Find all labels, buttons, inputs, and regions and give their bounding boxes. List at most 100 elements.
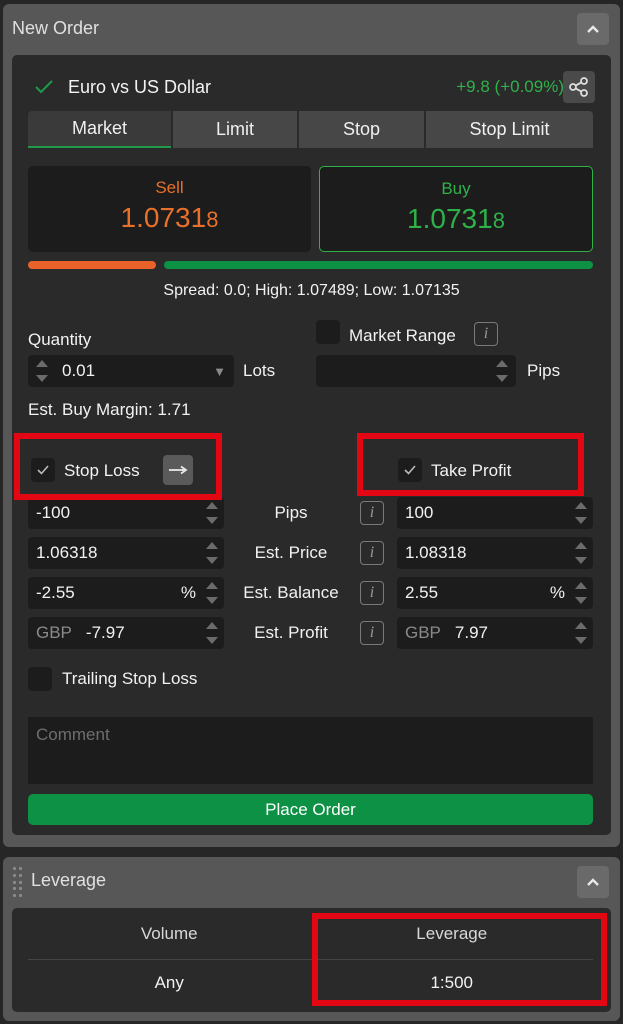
panel-title: New Order (12, 18, 100, 38)
take-profit-profit-value: 7.97 (454, 623, 488, 642)
stop-loss-direction-button[interactable] (163, 455, 193, 485)
checkmark-icon (37, 465, 49, 475)
row-label-pips: Pips (274, 503, 308, 522)
column-header-leverage: Leverage (416, 923, 488, 943)
leverage-table: Volume Leverage Any 1:500 (28, 908, 593, 1006)
sell-label: Sell (155, 178, 184, 197)
trailing-stop-checkbox[interactable] (28, 667, 52, 691)
stop-loss-pips-input[interactable]: -100 (28, 497, 224, 529)
market-range-checkbox[interactable] (316, 320, 340, 344)
stepper[interactable] (575, 502, 587, 524)
buy-price: 1.07318 (320, 203, 592, 235)
row-label-est-balance: Est. Balance (243, 583, 339, 602)
est-margin: Est. Buy Margin: 1.71 (28, 400, 191, 419)
stepper[interactable] (206, 542, 218, 564)
order-type-tabs: Market Limit Stop Stop Limit (28, 111, 593, 148)
check-icon (35, 80, 53, 94)
take-profit-balance-input[interactable]: 2.55 % (397, 577, 593, 609)
stepper[interactable] (575, 542, 587, 564)
stop-loss-label: Stop Loss (64, 461, 140, 480)
currency-label: GBP (36, 623, 72, 642)
quantity-input[interactable]: 0.01 ▼ (28, 355, 234, 387)
share-button[interactable] (563, 71, 595, 103)
collapse-button[interactable] (577, 13, 609, 45)
cell-volume: Any (154, 973, 184, 992)
sell-sentiment-bar (28, 261, 156, 269)
tab-limit[interactable]: Limit (173, 111, 297, 148)
stepper[interactable] (206, 582, 218, 604)
stop-loss-price-input[interactable]: 1.06318 (28, 537, 224, 569)
dropdown-arrow-icon[interactable]: ▼ (213, 364, 226, 379)
stop-loss-balance-input[interactable]: -2.55 % (28, 577, 224, 609)
stop-loss-profit-value: -7.97 (85, 623, 125, 642)
tab-market[interactable]: Market (28, 111, 171, 148)
stepper[interactable] (206, 502, 218, 524)
take-profit-profit-input[interactable]: GBP 7.97 (397, 617, 593, 649)
info-icon[interactable]: i (474, 322, 498, 346)
stop-loss-pips-value: -100 (36, 503, 71, 522)
stepper[interactable] (575, 582, 587, 604)
buy-sentiment-bar (164, 261, 593, 269)
row-label-est-price: Est. Price (254, 543, 328, 562)
checkmark-icon (404, 465, 416, 475)
buy-price-main: 1.0731 (407, 203, 493, 234)
table-header: Volume Leverage (28, 908, 593, 960)
share-icon (569, 77, 588, 97)
sell-price-pip: 8 (206, 207, 219, 232)
take-profit-price-input[interactable]: 1.08318 (397, 537, 593, 569)
spread-info: Spread: 0.0; High: 1.07489; Low: 1.07135 (163, 282, 460, 299)
stepper[interactable] (206, 622, 218, 644)
drag-handle-icon[interactable] (13, 867, 23, 899)
take-profit-balance-value: 2.55 (405, 583, 439, 602)
cell-leverage: 1:500 (430, 973, 474, 992)
new-order-panel: New Order Euro vs US Dollar +9.8 (+0.09%… (3, 4, 620, 847)
place-order-button[interactable]: Place Order (28, 794, 593, 825)
tab-stop-limit[interactable]: Stop Limit (426, 111, 593, 148)
percent-unit: % (549, 583, 565, 602)
stop-loss-profit-input[interactable]: GBP -7.97 (28, 617, 224, 649)
chevron-up-icon (587, 25, 599, 33)
comment-input[interactable] (28, 717, 593, 784)
buy-price-pip: 8 (492, 208, 505, 233)
stop-loss-price-value: 1.06318 (36, 543, 98, 562)
info-icon[interactable]: i (360, 621, 384, 645)
market-range-label: Market Range (349, 326, 456, 345)
quantity-stepper[interactable] (36, 360, 48, 382)
price-change: +9.8 (+0.09%) (456, 77, 564, 96)
quantity-label: Quantity (28, 330, 92, 349)
order-form: Euro vs US Dollar +9.8 (+0.09%) Market L… (12, 55, 611, 835)
take-profit-pips-input[interactable]: 100 (397, 497, 593, 529)
row-label-est-profit: Est. Profit (254, 623, 328, 642)
tab-stop[interactable]: Stop (299, 111, 424, 148)
stop-loss-checkbox[interactable] (31, 458, 55, 482)
currency-label: GBP (405, 623, 441, 642)
take-profit-pips-value: 100 (405, 503, 434, 522)
stepper[interactable] (575, 622, 587, 644)
sell-button[interactable]: Sell 1.07318 (28, 166, 311, 252)
take-profit-checkbox[interactable] (398, 458, 422, 482)
buy-button[interactable]: Buy 1.07318 (319, 166, 593, 252)
info-icon[interactable]: i (360, 501, 384, 525)
trailing-stop-label: Trailing Stop Loss (62, 669, 198, 688)
instrument-name: Euro vs US Dollar (68, 77, 212, 97)
buy-label: Buy (441, 179, 471, 198)
arrow-right-icon (169, 465, 188, 475)
pips-unit-label: Pips (527, 361, 561, 380)
chevron-up-icon (587, 878, 599, 886)
take-profit-price-value: 1.08318 (405, 543, 467, 562)
sell-price-main: 1.0731 (120, 202, 207, 233)
sell-price: 1.07318 (28, 202, 311, 234)
market-range-input[interactable] (316, 355, 516, 387)
stop-loss-balance-value: -2.55 (36, 583, 75, 602)
lots-label: Lots (243, 361, 276, 380)
info-icon[interactable]: i (360, 581, 384, 605)
info-icon[interactable]: i (360, 541, 384, 565)
market-range-stepper[interactable] (496, 360, 508, 382)
panel-title: Leverage (31, 870, 107, 890)
collapse-button[interactable] (577, 866, 609, 898)
take-profit-label: Take Profit (431, 461, 512, 480)
percent-unit: % (180, 583, 196, 602)
leverage-panel: Leverage Volume Leverage Any 1:500 (3, 857, 620, 1021)
table-row: Any 1:500 (28, 960, 593, 1006)
quantity-value: 0.01 (62, 361, 96, 380)
